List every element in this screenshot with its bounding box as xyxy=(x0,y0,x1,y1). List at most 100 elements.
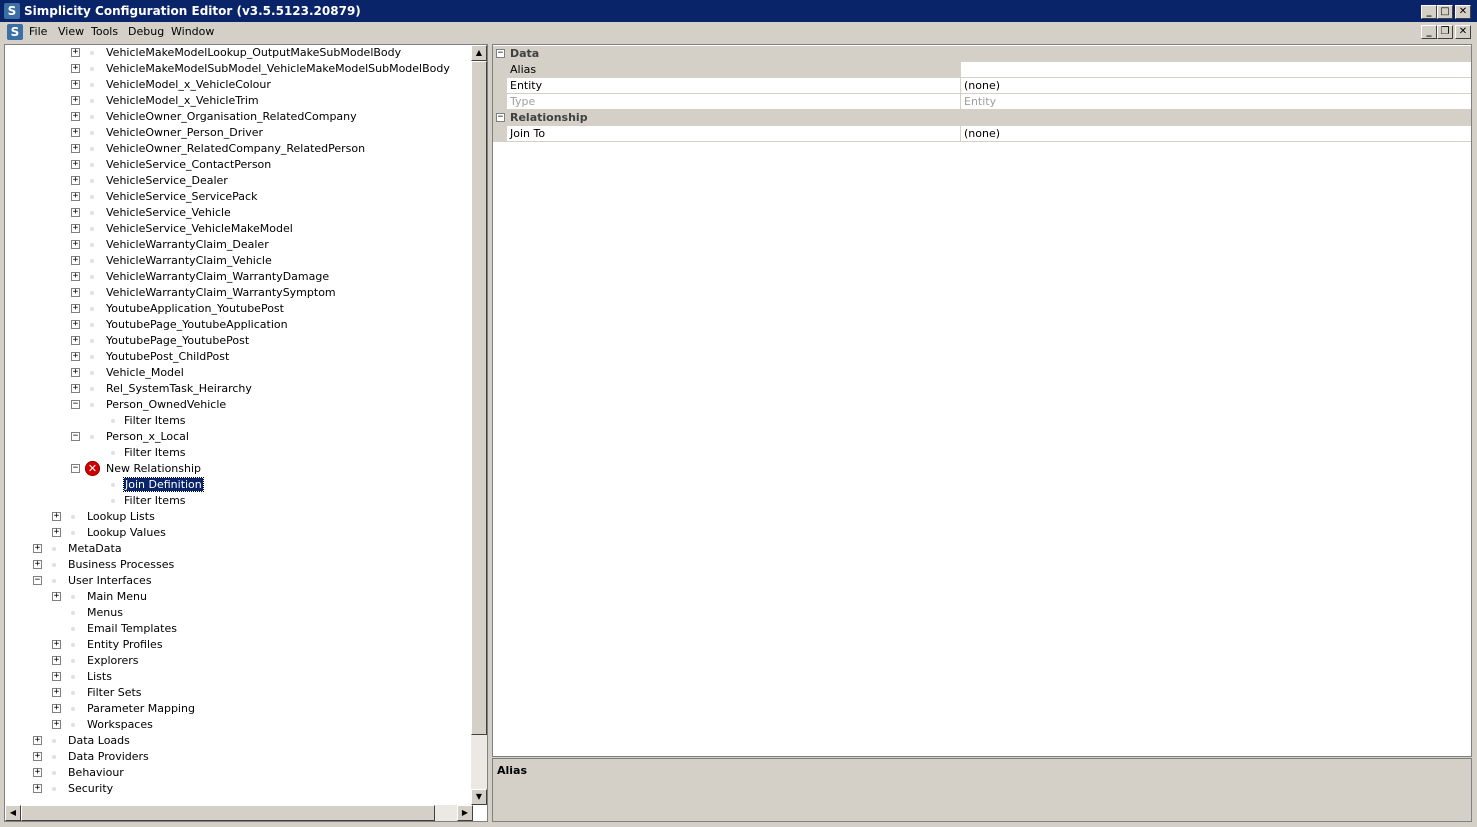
expand-icon[interactable]: + xyxy=(71,352,80,361)
tree-node[interactable]: + VehicleService_ContactPerson xyxy=(5,157,473,173)
property-value-join-to[interactable]: (none) xyxy=(964,127,1000,140)
tree-node-label[interactable]: Vehicle_Model xyxy=(106,366,184,379)
configuration-tree[interactable]: + VehicleMakeModelLookup_OutputMakeSubMod… xyxy=(4,44,488,822)
tree-node[interactable]: + VehicleOwner_Organisation_RelatedCompan… xyxy=(5,109,473,125)
tree-node-label[interactable]: Join Definition xyxy=(123,477,204,492)
property-row-join-to[interactable]: Join To (none) xyxy=(493,126,1471,142)
tree-node[interactable]: − ✕ New Relationship xyxy=(5,461,473,477)
tree-node-label[interactable]: Filter Items xyxy=(124,414,186,427)
tree-node-label[interactable]: YoutubePage_YoutubeApplication xyxy=(106,318,288,331)
category-data[interactable]: − Data xyxy=(493,46,1471,62)
tree-node-label[interactable]: Lists xyxy=(87,670,112,683)
tree-node-label[interactable]: Filter Sets xyxy=(87,686,142,699)
tree-node-label[interactable]: YoutubeApplication_YoutubePost xyxy=(106,302,284,315)
tree-node-label[interactable]: Explorers xyxy=(87,654,139,667)
menu-debug[interactable]: Debug xyxy=(128,25,164,38)
tree-horizontal-scrollbar[interactable]: ◀ ▶ xyxy=(5,805,473,821)
vertical-scroll-thumb[interactable] xyxy=(471,61,487,735)
tree-node[interactable]: Filter Items xyxy=(5,413,473,429)
tree-node[interactable]: Filter Items xyxy=(5,445,473,461)
tree-node-label[interactable]: Menus xyxy=(87,606,123,619)
tree-node-label[interactable]: YoutubePage_YoutubePost xyxy=(106,334,249,347)
close-button[interactable]: ✕ xyxy=(1455,5,1471,19)
tree-node[interactable]: + YoutubeApplication_YoutubePost xyxy=(5,301,473,317)
expand-icon[interactable]: + xyxy=(52,592,61,601)
expand-icon[interactable]: + xyxy=(71,128,80,137)
expand-icon[interactable]: + xyxy=(71,64,80,73)
tree-node-label[interactable]: VehicleWarrantyClaim_Dealer xyxy=(106,238,269,251)
tree-node[interactable]: Menus xyxy=(5,605,473,621)
menu-view[interactable]: View xyxy=(58,25,84,38)
tree-node[interactable]: − User Interfaces xyxy=(5,573,473,589)
minimize-button[interactable]: _ xyxy=(1421,5,1437,19)
expand-icon[interactable]: + xyxy=(71,320,80,329)
tree-node[interactable]: + Rel_SystemTask_Heirarchy xyxy=(5,381,473,397)
tree-node-label[interactable]: VehicleWarrantyClaim_WarrantyDamage xyxy=(106,270,329,283)
expand-icon[interactable]: + xyxy=(71,256,80,265)
tree-node-label[interactable]: Entity Profiles xyxy=(87,638,163,651)
tree-node[interactable]: − Person_OwnedVehicle xyxy=(5,397,473,413)
menu-file[interactable]: File xyxy=(29,25,47,38)
tree-node-label[interactable]: VehicleOwner_Organisation_RelatedCompany xyxy=(106,110,357,123)
tree-node-label[interactable]: VehicleWarrantyClaim_Vehicle xyxy=(106,254,272,267)
expand-icon[interactable]: + xyxy=(71,112,80,121)
tree-node[interactable]: + Behaviour xyxy=(5,765,473,781)
expand-icon[interactable]: + xyxy=(71,48,80,57)
expand-icon[interactable]: + xyxy=(71,336,80,345)
expand-icon[interactable]: + xyxy=(71,288,80,297)
expand-icon[interactable]: + xyxy=(52,704,61,713)
tree-node-label[interactable]: YoutubePost_ChildPost xyxy=(106,350,229,363)
tree-node[interactable]: − Person_x_Local xyxy=(5,429,473,445)
tree-node[interactable]: + Explorers xyxy=(5,653,473,669)
tree-node[interactable]: + VehicleMakeModelSubModel_VehicleMakeMod… xyxy=(5,61,473,77)
expand-icon[interactable]: + xyxy=(71,160,80,169)
tree-node[interactable]: + Lookup Values xyxy=(5,525,473,541)
expand-icon[interactable]: + xyxy=(33,768,42,777)
tree-node-label[interactable]: VehicleService_ContactPerson xyxy=(106,158,271,171)
tree-node-label[interactable]: Email Templates xyxy=(87,622,177,635)
tree-node-label[interactable]: VehicleModel_x_VehicleColour xyxy=(106,78,271,91)
tree-node-label[interactable]: VehicleOwner_RelatedCompany_RelatedPerso… xyxy=(106,142,365,155)
tree-node-label[interactable]: VehicleService_ServicePack xyxy=(106,190,257,203)
tree-node[interactable]: + Filter Sets xyxy=(5,685,473,701)
expand-icon[interactable]: + xyxy=(71,240,80,249)
scroll-up-button[interactable]: ▲ xyxy=(471,45,487,61)
property-row-entity[interactable]: Entity (none) xyxy=(493,78,1471,94)
tree-node[interactable]: + VehicleService_VehicleMakeModel xyxy=(5,221,473,237)
expand-icon[interactable]: + xyxy=(52,688,61,697)
tree-node-label[interactable]: VehicleOwner_Person_Driver xyxy=(106,126,263,139)
category-relationship[interactable]: − Relationship xyxy=(493,110,1471,126)
tree-node[interactable]: + YoutubePost_ChildPost xyxy=(5,349,473,365)
tree-node[interactable]: + VehicleOwner_Person_Driver xyxy=(5,125,473,141)
tree-node[interactable]: + Entity Profiles xyxy=(5,637,473,653)
collapse-icon[interactable]: − xyxy=(33,576,42,585)
tree-node[interactable]: + MetaData xyxy=(5,541,473,557)
expand-icon[interactable]: + xyxy=(33,784,42,793)
expand-icon[interactable]: + xyxy=(52,512,61,521)
expand-icon[interactable]: + xyxy=(71,224,80,233)
scroll-down-button[interactable]: ▼ xyxy=(471,789,487,805)
tree-node-label[interactable]: Filter Items xyxy=(124,494,186,507)
tree-node-label[interactable]: VehicleWarrantyClaim_WarrantySymptom xyxy=(106,286,336,299)
tree-node[interactable]: + Parameter Mapping xyxy=(5,701,473,717)
horizontal-scroll-thumb[interactable] xyxy=(21,805,435,821)
tree-node[interactable]: + VehicleService_ServicePack xyxy=(5,189,473,205)
tree-node-label[interactable]: VehicleService_Vehicle xyxy=(106,206,231,219)
tree-node-label[interactable]: Data Loads xyxy=(68,734,130,747)
collapse-icon[interactable]: − xyxy=(496,113,505,122)
tree-node-label[interactable]: VehicleMakeModelLookup_OutputMakeSubMode… xyxy=(106,46,401,59)
expand-icon[interactable]: + xyxy=(71,192,80,201)
tree-node[interactable]: + YoutubePage_YoutubePost xyxy=(5,333,473,349)
tree-node[interactable]: + Data Loads xyxy=(5,733,473,749)
tree-node[interactable]: + VehicleModel_x_VehicleColour xyxy=(5,77,473,93)
scroll-left-button[interactable]: ◀ xyxy=(5,805,21,821)
tree-node[interactable]: + Main Menu xyxy=(5,589,473,605)
tree-node-label[interactable]: Data Providers xyxy=(68,750,149,763)
tree-node-label[interactable]: User Interfaces xyxy=(68,574,152,587)
property-value-entity[interactable]: (none) xyxy=(964,79,1000,92)
mdi-app-icon[interactable]: S xyxy=(7,24,23,40)
expand-icon[interactable]: + xyxy=(71,144,80,153)
mdi-restore-button[interactable]: ❐ xyxy=(1437,25,1453,39)
tree-node-label[interactable]: VehicleService_Dealer xyxy=(106,174,228,187)
menu-window[interactable]: Window xyxy=(171,25,214,38)
